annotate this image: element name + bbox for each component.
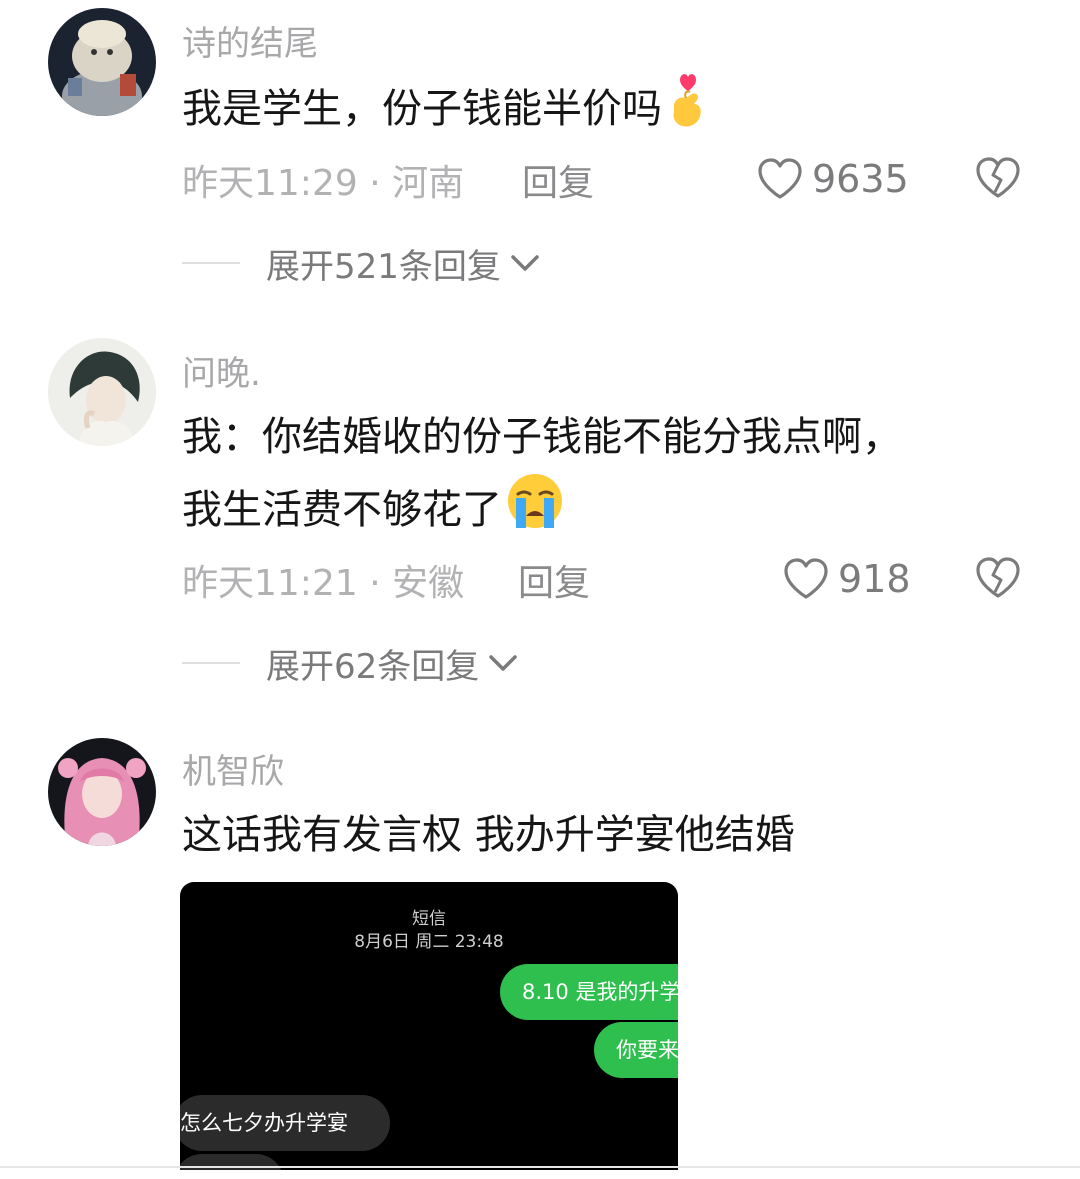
comment-text: 这话我有发言权 我办升学宴他结婚 [182, 812, 795, 858]
bottom-divider [0, 1166, 1080, 1168]
sms-bubble-outgoing: 8.10 是我的升学 [500, 964, 678, 1020]
attached-image[interactable]: 短信 8月6日 周二 23:48 8.10 是我的升学 你要来 怎么七夕办升学宴 [180, 882, 678, 1170]
sms-bubble-outgoing: 你要来 [594, 1022, 678, 1078]
avatar[interactable] [48, 738, 156, 846]
sms-title: 短信 [412, 909, 446, 929]
sms-bubble-incoming: 怎么七夕办升学宴 [180, 1095, 390, 1151]
comment-item: 机智欣 这话我有发言权 我办升学宴他结婚 短信 8月6日 周二 23:48 8.… [0, 0, 1080, 1179]
username[interactable]: 机智欣 [182, 744, 284, 793]
sms-date: 8月6日 周二 23:48 [354, 932, 504, 952]
